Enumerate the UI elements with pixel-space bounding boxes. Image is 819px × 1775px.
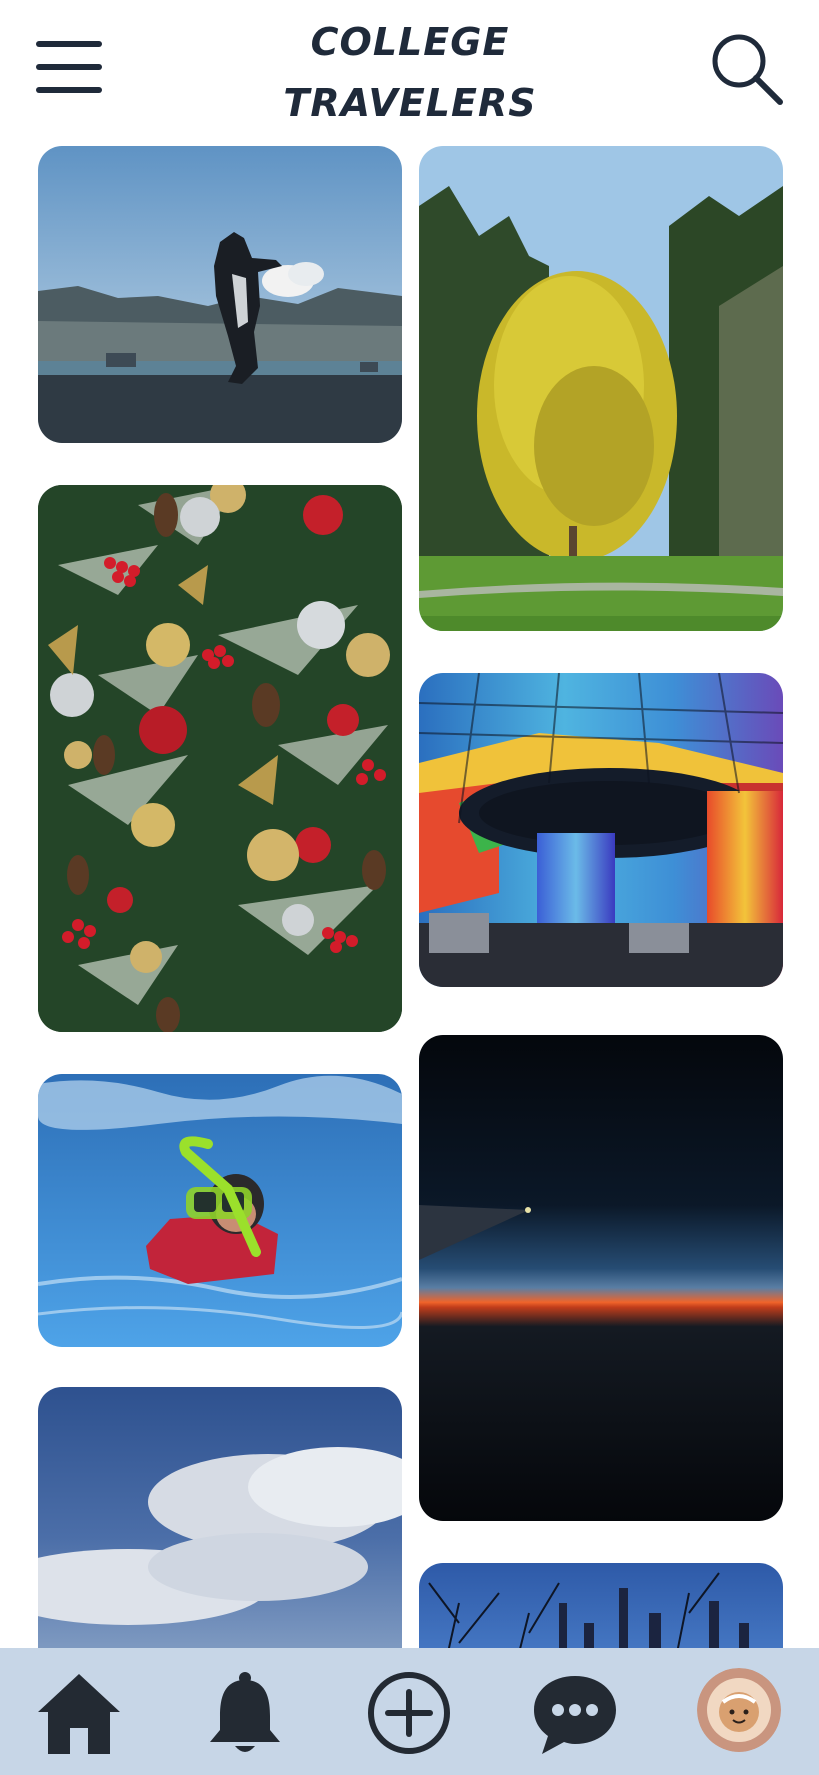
city-skyline-photo — [419, 1563, 783, 1648]
sunset-from-plane-photo — [419, 1035, 783, 1521]
nav-home-button[interactable] — [34, 1668, 124, 1758]
home-icon — [38, 1674, 120, 1754]
snorkeler-photo — [38, 1074, 402, 1347]
photo-card-sunset-from-plane[interactable] — [419, 1035, 783, 1521]
search-button[interactable] — [708, 30, 784, 106]
nav-create-post-button[interactable] — [364, 1668, 454, 1758]
photo-feed — [0, 140, 819, 1648]
app-title-line1: COLLEGE — [310, 20, 510, 64]
nav-profile-button[interactable] — [697, 1668, 781, 1752]
menu-bar — [36, 87, 102, 93]
nav-messages-button[interactable] — [530, 1668, 620, 1758]
bell-icon — [210, 1672, 280, 1752]
hamburger-menu-button[interactable] — [34, 38, 106, 100]
app-title: COLLEGE TRAVELERS — [250, 12, 570, 134]
photo-card-stained-glass-dome[interactable] — [419, 673, 783, 987]
menu-bar — [36, 64, 102, 70]
search-icon — [712, 34, 783, 105]
photo-card-sky-clouds[interactable] — [38, 1387, 402, 1648]
photo-card-christmas-tree[interactable] — [38, 485, 402, 1032]
add-post-icon — [368, 1672, 450, 1754]
nav-notifications-button[interactable] — [200, 1668, 290, 1758]
menu-bar — [36, 41, 102, 47]
profile-avatar — [697, 1668, 781, 1752]
photo-card-snorkeler[interactable] — [38, 1074, 402, 1347]
chat-icon — [534, 1676, 616, 1754]
orca-sculpture-photo — [38, 146, 402, 443]
photo-card-autumn-tree[interactable] — [419, 146, 783, 631]
christmas-tree-photo — [38, 485, 402, 1032]
app-title-line2: TRAVELERS — [283, 81, 537, 125]
stained-glass-dome-photo — [419, 673, 783, 987]
app-header: COLLEGE TRAVELERS — [0, 0, 819, 140]
sky-clouds-photo — [38, 1387, 402, 1648]
photo-card-city-skyline[interactable] — [419, 1563, 783, 1648]
bottom-navigation-bar — [0, 1648, 819, 1775]
photo-card-orca-sculpture[interactable] — [38, 146, 402, 443]
autumn-tree-photo — [419, 146, 783, 631]
